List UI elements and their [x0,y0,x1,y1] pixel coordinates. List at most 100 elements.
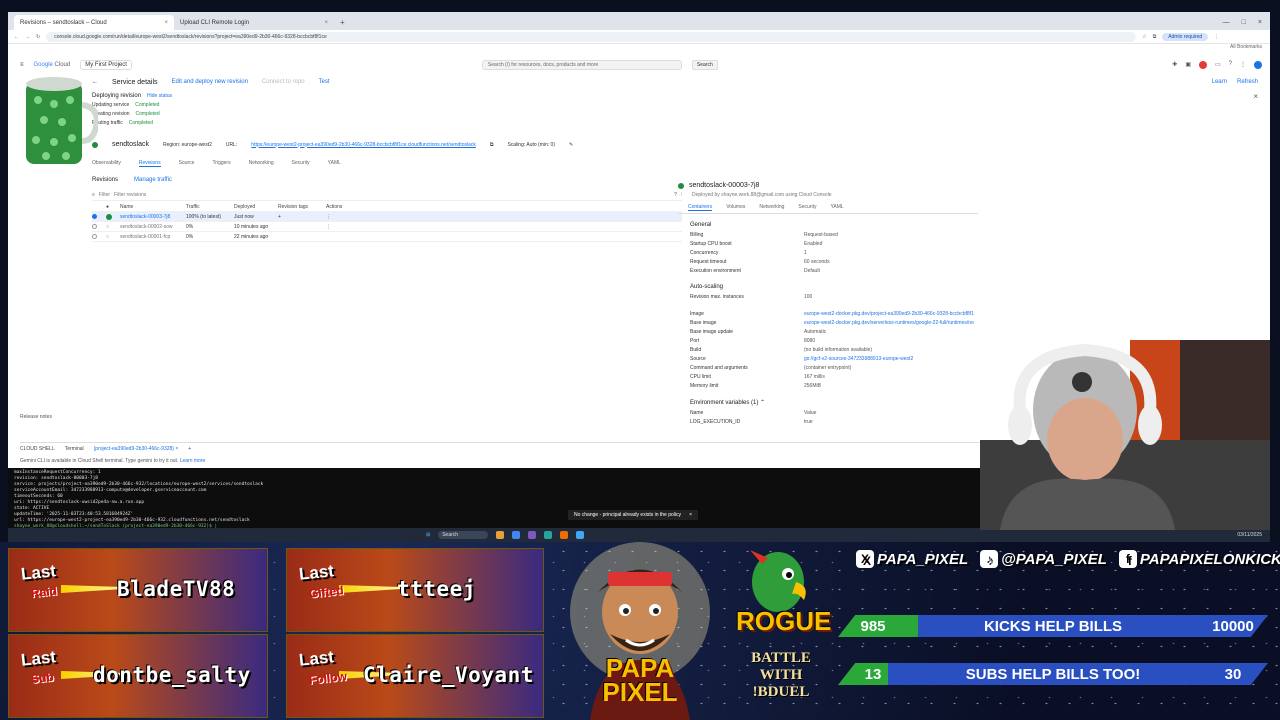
admin-badge[interactable]: Admin required [1162,32,1209,41]
table-row[interactable]: ○ sendtoslack-00001-fcp 0% 22 minutes ag… [92,232,682,242]
learn-button[interactable]: Learn [1212,79,1227,85]
google-cloud-logo[interactable]: Google Cloud [34,62,71,68]
tab-observability[interactable]: Observability [92,160,121,167]
app-icon[interactable] [528,531,537,539]
tab-security[interactable]: Security [292,160,310,167]
env-vars-section-title[interactable]: Environment variables (1) ⌃ [690,399,978,406]
column-header[interactable]: Deployed [234,204,278,210]
revision-name[interactable]: sendtoslack-00003-7j8 [120,214,186,220]
status-idle-icon: ○ [106,223,110,230]
star-icon[interactable]: ☆ [1142,34,1146,40]
column-header[interactable]: Revision tags [278,204,326,210]
image-link[interactable]: europe-west2-docker.pkg.dev/project-ea39… [804,310,974,319]
reload-icon[interactable]: ↻ [36,34,40,40]
account-avatar[interactable] [1254,61,1262,69]
chrome-icon[interactable] [512,531,521,539]
filter-label: Filter [98,192,111,198]
cloud-shell-info: Gemini CLI is available in Cloud Shell t… [20,458,206,464]
browser-tab-revisions[interactable]: Revisions – sendtoslack – Cloud × [14,15,174,30]
tab-revisions[interactable]: Revisions [138,160,161,167]
maximize-icon[interactable]: □ [1242,19,1246,26]
column-header[interactable]: Name [120,204,186,210]
edit-icon[interactable]: ✎ [569,142,573,148]
base-image-link[interactable]: europe-west2-docker.pkg.dev/serverless-r… [804,319,974,328]
close-status-icon[interactable]: × [1253,92,1258,101]
help-icon[interactable]: ? [1229,61,1232,69]
gift-icon[interactable]: ▣ [1185,61,1191,69]
url-input[interactable]: console.cloud.google.com/run/detail/euro… [46,31,1137,42]
menu-icon[interactable]: ⋮ [1214,34,1219,40]
more-icon[interactable]: ⋮ [1240,61,1246,69]
release-notes-link[interactable]: Release notes [20,414,52,420]
table-row[interactable]: ○ sendtoslack-00002-sow 0% 10 minutes ag… [92,222,682,232]
edit-deploy-button[interactable]: Edit and deploy new revision [172,79,248,85]
new-tab-icon[interactable]: + [334,18,351,30]
row-radio[interactable] [92,224,97,229]
tab-strip: Revisions – sendtoslack – Cloud × Upload… [8,12,1270,30]
close-window-icon[interactable]: × [1258,19,1262,26]
filter-input[interactable]: Filter revisions [114,192,146,200]
chevron-up-icon[interactable]: ⌃ [760,400,765,406]
project-picker[interactable]: My First Project [80,60,132,70]
revision-traffic: 100% (to latest) [186,213,222,220]
filter-row[interactable]: ≡ Filter Filter revisions ? ⦙ [92,192,682,201]
windows-start-icon[interactable]: ⊞ [426,532,430,538]
row-radio[interactable] [92,234,97,239]
connect-repo-button[interactable]: Connect to repo [262,79,305,85]
learn-more-link[interactable]: Learn more [180,458,206,464]
hide-status-link[interactable]: Hide status [147,92,172,101]
service-url-link[interactable]: https://europe-west2-project-ea390ed9-2b… [251,142,476,148]
row-actions-icon[interactable]: ⋮ [326,224,682,230]
row-radio[interactable] [92,214,97,219]
close-tab-icon[interactable]: × [324,20,328,26]
detail-tab-networking[interactable]: Networking [759,204,784,211]
bookmarks-bar[interactable]: All Bookmarks [8,44,1270,55]
close-tab-icon[interactable]: × [164,20,168,26]
add-session-icon[interactable]: + [188,446,191,452]
manage-traffic-button[interactable]: Manage traffic [134,177,172,183]
social-x: X PAPA_PIXEL [856,550,968,568]
cloud-shell-icon[interactable]: ▭ [1215,61,1221,69]
header-icons: ✚ ▣ ▭ ? ⋮ [1172,61,1270,69]
row-actions-icon[interactable]: ⋮ [326,214,682,220]
battle-with-bduel: BATTLE WITH !BDUEL [751,650,811,700]
tab-source[interactable]: Source [179,160,195,167]
extension-icon[interactable]: ⧉ [1153,34,1157,40]
column-header[interactable]: Traffic [186,204,234,210]
detail-tab-containers[interactable]: Containers [688,204,713,211]
revision-name[interactable]: sendtoslack-00001-fcp [120,234,186,240]
app-icon[interactable] [544,531,553,539]
source-link[interactable]: gs://gcf-v2-sources-347233988913-europe-… [804,355,974,364]
add-tag-button[interactable]: + [278,214,326,220]
help-icon[interactable]: ? [674,192,677,200]
notifications-icon[interactable] [1198,61,1207,69]
back-icon[interactable]: ← [14,34,19,40]
forward-icon[interactable]: → [25,34,30,40]
tab-triggers[interactable]: Triggers [212,160,230,167]
terminal-tab[interactable]: Terminal [65,446,84,452]
refresh-button[interactable]: Refresh [1237,79,1258,85]
add-icon[interactable]: ✚ [1172,61,1177,69]
browser-tab-upload[interactable]: Upload CLI Remote Login × [174,15,334,30]
file-explorer-icon[interactable] [496,531,505,539]
detail-tab-yaml[interactable]: YAML [830,204,843,211]
console-search-input[interactable]: Search (/) for resources, docs, products… [481,60,682,70]
app-icon[interactable] [576,531,585,539]
taskbar-search[interactable]: Search [438,531,489,539]
detail-tab-volumes[interactable]: Volumes [726,204,745,211]
tab-networking[interactable]: Networking [249,160,274,167]
service-region: Region: europe-west2 [162,141,212,148]
test-button[interactable]: Test [319,79,330,85]
detail-tab-security[interactable]: Security [798,204,816,211]
close-toast-icon[interactable]: × [689,512,692,518]
last-raid-name: BladeTV88 [117,577,236,601]
search-button[interactable]: Search [691,60,718,70]
hamburger-icon[interactable]: ≡ [20,62,24,68]
copy-icon[interactable]: ⧉ [490,142,494,148]
minimize-icon[interactable]: — [1223,19,1230,26]
table-row[interactable]: sendtoslack-00003-7j8 100% (to latest) J… [92,212,682,222]
revision-name[interactable]: sendtoslack-00002-sow [120,224,186,230]
app-icon[interactable] [560,531,569,539]
tab-yaml[interactable]: YAML [328,160,341,167]
session-tab[interactable]: (project-ea390ed9-2b30-466c-9328) × [94,446,179,452]
